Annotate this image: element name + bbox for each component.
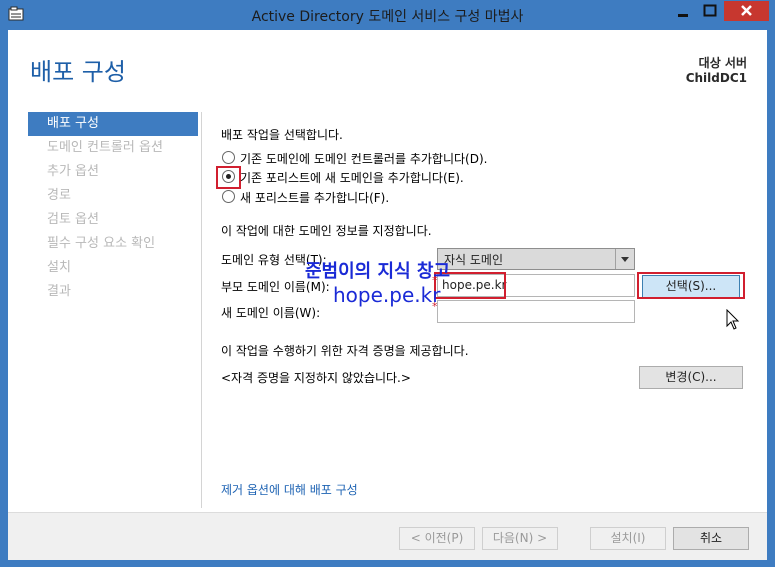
watermark-url: hope.pe.kr bbox=[333, 283, 441, 307]
radio-new-forest[interactable] bbox=[222, 190, 235, 203]
select-operation-label: 배포 작업을 선택합니다. bbox=[221, 128, 343, 142]
wizard-steps-nav: 배포 구성 도메인 컨트롤러 옵션 추가 옵션 경로 검토 옵션 필수 구성 요… bbox=[28, 112, 198, 304]
nav-item-review-options: 검토 옵션 bbox=[47, 212, 99, 227]
domain-type-select[interactable]: 자식 도메인 bbox=[437, 248, 635, 270]
cancel-button[interactable]: 취소 bbox=[673, 527, 749, 550]
nav-item-deployment-config[interactable]: 배포 구성 bbox=[28, 112, 198, 136]
domain-info-heading: 이 작업에 대한 도메인 정보를 지정합니다. bbox=[221, 224, 432, 238]
change-button[interactable]: 변경(C)... bbox=[639, 366, 743, 389]
radio-new-forest-label[interactable]: 새 포리스트를 추가합니다(F). bbox=[240, 189, 389, 206]
radio-add-dc-label[interactable]: 기존 도메인에 도메인 컨트롤러를 추가합니다(D). bbox=[240, 150, 487, 167]
minimize-button[interactable] bbox=[670, 1, 696, 21]
next-button[interactable]: 다음(N) > bbox=[482, 527, 558, 550]
maximize-button[interactable] bbox=[697, 1, 723, 21]
nav-item-dc-options: 도메인 컨트롤러 옵션 bbox=[47, 140, 163, 155]
page-title: 배포 구성 bbox=[30, 58, 126, 86]
close-button[interactable] bbox=[724, 1, 769, 21]
nav-item-prerequisites: 필수 구성 요소 확인 bbox=[47, 236, 156, 251]
wizard-footer: < 이전(P) 다음(N) > 설치(I) 취소 bbox=[8, 512, 767, 560]
new-domain-label: 새 도메인 이름(W): bbox=[221, 306, 321, 320]
radio-add-domain[interactable] bbox=[222, 170, 235, 183]
title-bar[interactable]: Active Directory 도메인 서비스 구성 마법사 bbox=[0, 0, 775, 30]
radio-add-dc[interactable] bbox=[222, 151, 235, 164]
watermark-text: 준범이의 지식 창고 bbox=[305, 261, 451, 282]
mouse-cursor-icon bbox=[726, 309, 740, 330]
credentials-value: <자격 증명을 지정하지 않았습니다.> bbox=[221, 371, 411, 385]
more-about-deployment-link[interactable]: 제거 옵션에 대해 배포 구성 bbox=[221, 481, 358, 498]
wizard-window: Active Directory 도메인 서비스 구성 마법사 배포 구성 대상… bbox=[0, 0, 775, 567]
nav-item-additional-options: 추가 옵션 bbox=[47, 164, 99, 179]
domain-type-value: 자식 도메인 bbox=[444, 253, 504, 267]
wizard-client: 배포 구성 대상 서버 ChildDC1 배포 구성 도메인 컨트롤러 옵션 추… bbox=[8, 30, 767, 560]
nav-item-paths: 경로 bbox=[47, 188, 71, 203]
credentials-heading: 이 작업을 수행하기 위한 자격 증명을 제공합니다. bbox=[221, 344, 469, 358]
window-title: Active Directory 도메인 서비스 구성 마법사 bbox=[251, 9, 524, 25]
close-icon bbox=[741, 5, 752, 16]
install-button[interactable]: 설치(I) bbox=[590, 527, 666, 550]
maximize-icon bbox=[703, 4, 717, 17]
nav-item-install: 설치 bbox=[47, 260, 71, 275]
target-server-name: ChildDC1 bbox=[685, 71, 747, 85]
target-server-label: 대상 서버 bbox=[698, 56, 747, 70]
new-domain-input[interactable] bbox=[437, 300, 635, 323]
previous-button[interactable]: < 이전(P) bbox=[399, 527, 475, 550]
sidebar-divider bbox=[201, 112, 202, 508]
nav-item-results: 결과 bbox=[47, 284, 71, 299]
radio-add-domain-label[interactable]: 기존 포리스트에 새 도메인을 추가합니다(E). bbox=[240, 169, 464, 186]
highlight-select-button bbox=[637, 272, 745, 299]
chevron-down-icon bbox=[615, 249, 634, 269]
minimize-icon bbox=[678, 14, 688, 17]
